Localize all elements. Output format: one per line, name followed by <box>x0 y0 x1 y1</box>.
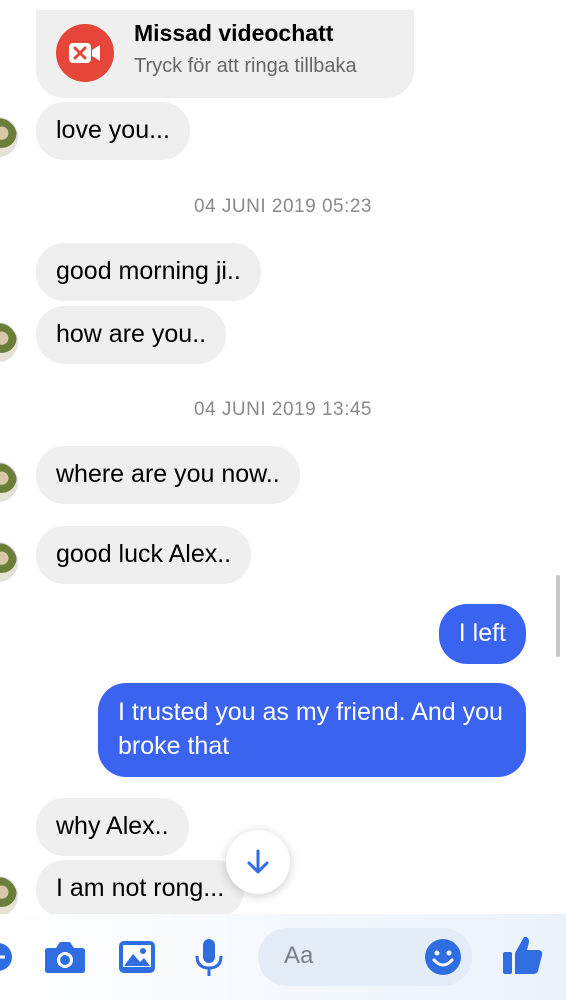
timestamp: 04 JUNI 2019 05:23 <box>193 196 372 217</box>
message-bubble-incoming[interactable]: where are you now.. <box>36 446 300 504</box>
arrow-down-icon <box>247 849 269 874</box>
composer-bar: Aa <box>0 914 566 1000</box>
message-bubble-incoming[interactable]: how are you.. <box>36 306 227 364</box>
message-bubble-incoming[interactable]: I am not rong... <box>36 860 245 918</box>
message-input-placeholder: Aa <box>284 942 314 969</box>
missed-call-title: Missad videochatt <box>134 20 334 46</box>
avatar[interactable] <box>0 322 18 362</box>
plus-icon[interactable] <box>0 942 16 972</box>
avatar[interactable] <box>0 876 18 916</box>
video-camera-icon <box>56 24 114 82</box>
microphone-icon[interactable] <box>194 938 224 978</box>
camera-icon[interactable] <box>44 940 86 974</box>
message-input[interactable]: Aa <box>258 928 472 986</box>
avatar[interactable] <box>0 117 18 157</box>
message-bubble-incoming[interactable]: good morning ji.. <box>36 243 261 301</box>
message-bubble-outgoing[interactable]: I trusted you as my friend. And you brok… <box>98 683 526 777</box>
emoji-icon[interactable] <box>424 938 462 981</box>
avatar[interactable] <box>0 462 18 502</box>
message-bubble-incoming[interactable]: love you... <box>36 102 190 160</box>
missed-call-subtitle: Tryck för att ringa tillbaka <box>134 55 357 77</box>
message-bubble-outgoing[interactable]: I left <box>438 604 526 664</box>
message-bubble-incoming[interactable]: why Alex.. <box>36 798 189 856</box>
avatar[interactable] <box>0 542 18 582</box>
scrollbar-thumb[interactable] <box>556 575 560 657</box>
photo-icon[interactable] <box>118 940 156 974</box>
scroll-to-bottom-button[interactable] <box>226 830 290 894</box>
timestamp: 04 JUNI 2019 13:45 <box>193 399 372 420</box>
missed-video-call-card[interactable]: Missad videochatt Tryck för att ringa ti… <box>36 10 414 98</box>
message-bubble-incoming[interactable]: good luck Alex.. <box>36 526 252 584</box>
like-icon[interactable] <box>502 934 544 976</box>
